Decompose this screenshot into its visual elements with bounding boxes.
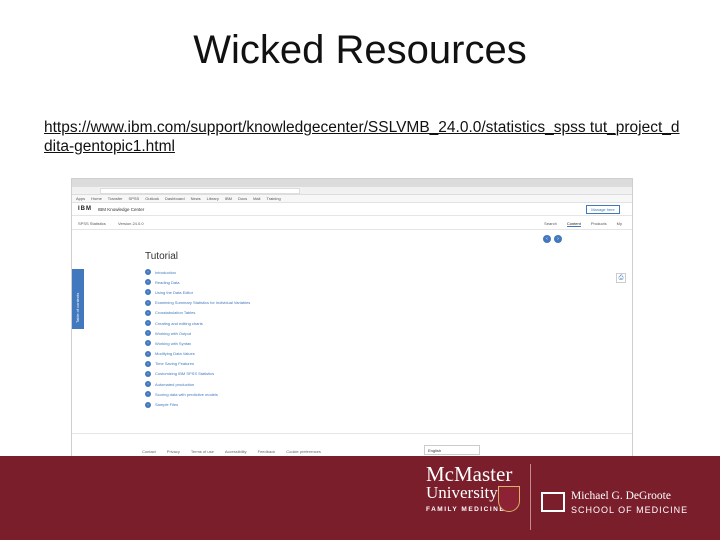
bookmark-item: Mail [253,196,261,201]
toc-item: › Examining Summary Statistics for Indivi… [145,298,250,308]
degroote-school: SCHOOL OF MEDICINE [571,505,689,515]
crest-icon [498,486,520,512]
arrow-icon: › [145,360,151,367]
toc-item: › Reading Data [145,277,250,287]
bookmark-item: Apps [76,196,86,201]
toc-item: › Working with Output [145,328,250,338]
tab-search: Search [544,221,557,226]
bookmark-item: Docs [237,196,248,201]
knowledge-center-title: IBM Knowledge Center [98,207,145,212]
arrow-icon: › [145,320,151,327]
browser-screenshot: Apps Home Transfer SPSS Outlook Dashboar… [71,178,633,470]
footer-link: Cookie preferences [286,449,321,454]
language-select: English [424,445,480,455]
tab-products: Products [590,221,607,226]
resource-link[interactable]: https://www.ibm.com/support/knowledgecen… [44,118,684,156]
toc-item: › Creating and editing charts [145,318,250,328]
degroote-name: Michael G. DeGroote [571,490,671,502]
toc-item: › Crosstabulation Tables [145,308,250,318]
ibm-header: IBM IBM Knowledge Center Manage here [72,203,632,216]
page-pager: ‹ › [543,235,562,243]
tab-my: My [616,221,622,226]
arrow-icon: › [145,391,151,398]
toc-item: › Time Saving Features [145,359,250,369]
subnav-tabs: Search Content Products My [544,221,622,227]
bookmark-item: Library [206,196,219,201]
toc-item: › Introduction [145,267,250,277]
arrow-icon: › [145,330,151,337]
toc-item: › Working with Syntax [145,338,250,348]
address-bar [72,187,632,195]
next-page-icon: › [554,235,562,243]
bookmark-item: News [190,196,201,201]
footer-link: Terms of use [190,449,214,454]
footer-link: Feedback [257,449,276,454]
bookmark-item: Training [266,196,281,201]
product-subnav: SPSS Statistics Version 24.0.0 Search Co… [72,216,632,230]
account-button: Manage here [586,205,620,214]
toc-list: › Introduction › Reading Data › Using the D… [145,267,250,410]
arrow-icon: › [145,370,151,377]
arrow-icon: › [145,309,151,316]
url-field [100,188,300,194]
footer-link: Accessibility [224,449,247,454]
bookmark-item: Transfer [107,196,123,201]
arrow-icon: › [145,350,151,357]
product-name: SPSS Statistics [78,221,106,226]
ibm-logo: IBM [78,206,92,212]
arrow-icon: › [145,401,151,408]
toc-item: › Using the Data Editor [145,287,250,297]
toc-item: › Scoring data with predictive models [145,389,250,399]
version-selector: Version 24.0.0 [118,221,144,226]
arrow-icon: › [145,299,151,306]
bookmark-item: SPSS [128,196,140,201]
arrow-icon: › [145,340,151,347]
footer-link: Privacy [166,449,180,454]
arrow-icon: › [145,279,151,286]
toc-item: › Customizing IBM SPSS Statistics [145,369,250,379]
bookmark-item: Dashboard [165,196,185,201]
table-of-contents-tab: Table of contents [72,269,84,329]
browser-tab-bar [72,179,632,187]
footer-links: Contact Privacy Terms of use Accessibili… [142,449,321,454]
slide-title: Wicked Resources [193,28,527,72]
arrow-icon: › [145,269,151,276]
bookmarks-bar: Apps Home Transfer SPSS Outlook Dashboar… [72,195,632,203]
prev-page-icon: ‹ [543,235,551,243]
arrow-icon: › [145,381,151,388]
bookmark-item: Home [91,196,102,201]
bookmark-item: IBM [224,196,232,201]
tutorial-heading: Tutorial [145,251,178,262]
toc-tab-label: Table of contents [75,292,80,323]
divider [530,464,531,530]
print-icon: ⎙ [616,273,626,283]
footer-link: Contact [142,449,156,454]
tab-content: Content [566,221,581,227]
toc-item: › Sample Files [145,399,250,409]
toc-item: › Automated production [145,379,250,389]
arrow-icon: › [145,289,151,296]
toc-item: › Modifying Data Values [145,349,250,359]
degroote-logo-icon [541,492,565,512]
footer-banner: McMaster University FAMILY MEDICINE Mich… [0,456,720,540]
bookmark-item: Outlook [145,196,160,201]
